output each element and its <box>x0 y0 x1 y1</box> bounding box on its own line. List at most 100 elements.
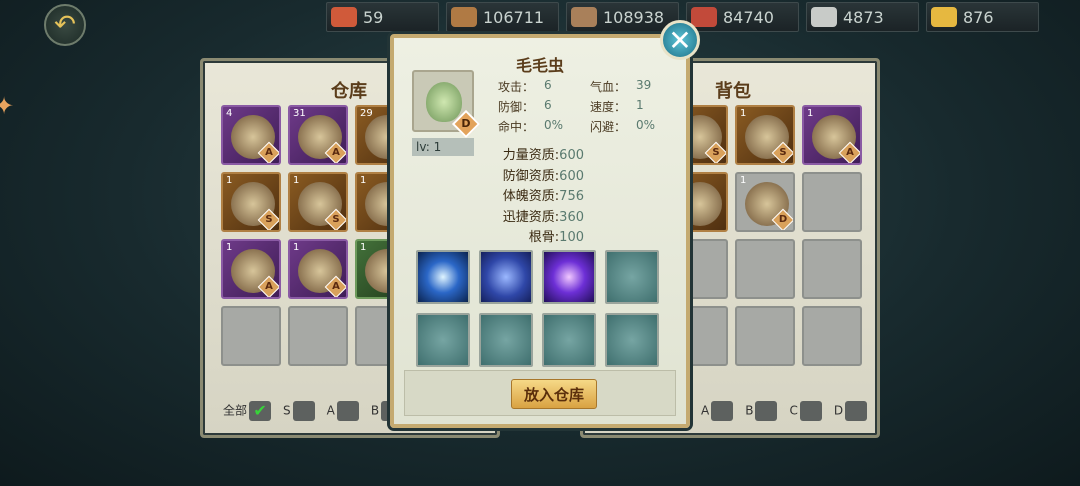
pet-slot[interactable]: 1S <box>221 172 281 232</box>
filter-S[interactable]: S <box>283 401 315 421</box>
empty-skill-slot[interactable] <box>479 313 533 367</box>
rank-badge: S <box>257 208 279 230</box>
rank-badge: A <box>324 141 346 163</box>
back-button[interactable]: ↶ <box>44 4 86 46</box>
resource-value: 876 <box>963 7 994 27</box>
rank-badge: A <box>324 275 346 297</box>
resource-item: 84740 <box>686 2 799 32</box>
rank-badge: S <box>704 141 726 163</box>
pet-count: 29 <box>360 108 373 119</box>
pet-slot[interactable] <box>735 306 795 366</box>
stat-label: 气血： <box>590 80 627 94</box>
resource-item: 4873 <box>806 2 919 32</box>
pet-count: 1 <box>360 242 367 253</box>
empty-skill-slot[interactable] <box>605 313 659 367</box>
filter-checkbox[interactable] <box>799 401 822 421</box>
pet-detail-popup: 毛毛虫 D lv: 1 攻击： 6 气血： 39 防御： 6 速度： 1 命中： 0% 闪避： 0% … <box>390 34 690 428</box>
rank-badge: A <box>838 141 860 163</box>
filter-A[interactable]: A <box>327 401 359 421</box>
resource-item: 876 <box>926 2 1039 32</box>
filter-D[interactable]: D <box>834 401 868 421</box>
filter-checkbox[interactable] <box>711 401 734 421</box>
skill-grid <box>416 250 659 367</box>
aptitude-row: 体魄资质: 756 <box>502 189 584 204</box>
pet-count: 1 <box>293 242 300 253</box>
close-icon: ✕ <box>668 23 692 57</box>
aptitude-row: 力量资质: 600 <box>502 148 584 163</box>
aptitude-row: 迅捷资质: 360 <box>502 209 584 225</box>
caterpillar-icon <box>426 82 462 122</box>
pet-count: 1 <box>807 108 814 119</box>
rank-badge: A <box>257 141 279 163</box>
stat-value: 6 <box>544 98 552 112</box>
shield-skill-icon[interactable] <box>479 250 533 304</box>
pet-count: 1 <box>360 175 367 186</box>
filter-C[interactable]: C <box>789 401 822 421</box>
resource-value: 84740 <box>723 7 774 27</box>
pet-slot[interactable] <box>221 306 281 366</box>
filter-checkbox[interactable] <box>845 401 868 421</box>
popup-footer: 放入仓库 <box>404 370 676 416</box>
back-arrow-icon: ↶ <box>54 10 76 40</box>
empty-skill-slot[interactable] <box>605 250 659 304</box>
warehouse-filter: 全部 ✔ S A B <box>223 401 404 421</box>
pet-portrait: D <box>412 70 481 139</box>
pet-slot[interactable]: 1A <box>802 105 862 165</box>
stat-value: 0% <box>544 118 564 132</box>
resource-value: 106711 <box>483 7 545 27</box>
scroll-icon <box>331 7 357 27</box>
stat-label: 闪避： <box>590 120 627 134</box>
pet-count: 1 <box>740 108 747 119</box>
pet-slot[interactable]: 1A <box>221 239 281 299</box>
pet-aptitudes: 力量资质: 600 防御资质: 600 体魄资质: 756 迅捷资质: 360 根骨: 100 <box>478 146 584 249</box>
rank-badge: S <box>324 208 346 230</box>
stat-value: 0% <box>636 118 656 132</box>
pet-slot[interactable] <box>735 239 795 299</box>
pet-slot[interactable]: 1S <box>735 105 795 165</box>
resource-value: 59 <box>363 7 384 27</box>
empty-skill-slot[interactable] <box>416 313 470 367</box>
pet-level: lv: 1 <box>412 138 474 156</box>
silver-ingot-icon <box>811 7 837 27</box>
filter-全部[interactable]: 全部 ✔ <box>223 401 272 421</box>
pet-slot[interactable] <box>802 239 862 299</box>
filter-checkbox[interactable]: ✔ <box>249 401 272 421</box>
resource-item: 108938 <box>566 2 679 32</box>
pet-slot[interactable]: 31 A <box>288 105 348 165</box>
rank-badge: S <box>771 141 793 163</box>
aptitude-row: 防御资质: 600 <box>502 168 584 184</box>
pet-count: 1 <box>226 242 233 253</box>
pet-slot[interactable] <box>802 306 862 366</box>
aptitude-row: 根骨: 100 <box>528 230 584 245</box>
resource-value: 108938 <box>603 7 665 27</box>
stat-label: 速度： <box>590 100 627 114</box>
lightning-skill-icon[interactable] <box>416 250 470 304</box>
book-icon <box>571 7 597 27</box>
filter-checkbox[interactable] <box>292 401 315 421</box>
star-icon[interactable]: ✦ <box>0 92 18 122</box>
pet-slot[interactable]: 4A <box>221 105 281 165</box>
resource-value: 4873 <box>843 7 884 27</box>
chest-icon <box>451 7 477 27</box>
gold-ingot-icon <box>931 7 957 27</box>
resource-item: 59 <box>326 2 439 32</box>
filter-A[interactable]: A <box>701 401 734 421</box>
pet-slot[interactable]: 1S <box>288 172 348 232</box>
pet-slot[interactable]: 1A <box>288 239 348 299</box>
stat-label: 命中： <box>498 120 535 134</box>
pet-slot[interactable] <box>802 172 862 232</box>
stat-value: 39 <box>636 78 652 92</box>
rank-badge: D <box>771 208 793 230</box>
filter-B[interactable]: B <box>745 401 778 421</box>
empty-skill-slot[interactable] <box>542 313 596 367</box>
put-in-warehouse-button[interactable]: 放入仓库 <box>511 379 597 409</box>
pet-slot[interactable] <box>288 306 348 366</box>
vortex-skill-icon[interactable] <box>542 250 596 304</box>
stat-label: 防御： <box>498 100 535 114</box>
pet-count: 1 <box>293 175 300 186</box>
filter-checkbox[interactable] <box>755 401 778 421</box>
pet-slot[interactable]: 1D <box>735 172 795 232</box>
stat-label: 攻击： <box>498 80 535 94</box>
close-button[interactable]: ✕ <box>660 20 700 60</box>
filter-checkbox[interactable] <box>336 401 359 421</box>
